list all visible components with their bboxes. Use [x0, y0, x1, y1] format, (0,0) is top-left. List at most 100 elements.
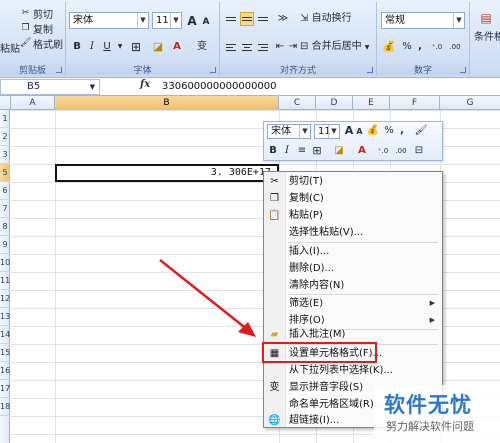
decrease-indent-icon[interactable]: ⇤ — [274, 39, 286, 55]
row-header[interactable]: 3 — [0, 146, 10, 164]
shrink-font-button[interactable]: A — [200, 14, 212, 30]
chevron-down-icon: ▼ — [89, 83, 95, 91]
percent-label: % — [402, 41, 412, 52]
row-header[interactable]: 1 — [0, 110, 10, 128]
row-header[interactable]: 15 — [0, 344, 10, 362]
menu-item-insert[interactable]: 插入(I)... — [264, 243, 442, 260]
mini-decrease-decimal-icon[interactable]: .00 — [394, 144, 408, 158]
select-all-corner[interactable] — [0, 96, 11, 110]
row-header[interactable]: 18 — [0, 398, 10, 416]
mini-center-align-icon[interactable]: ≡ — [296, 144, 308, 158]
mini-font-size-combo[interactable]: 11 ▼ — [314, 124, 340, 139]
mini-border-icon[interactable]: ⊞ — [310, 144, 324, 158]
align-middle-icon[interactable] — [240, 12, 254, 26]
conditional-format-icon[interactable]: ▤ — [476, 10, 496, 26]
wrap-text-button[interactable]: ⇲ 自动换行 — [300, 11, 374, 27]
menu-item-copy[interactable]: ❐ 复制(C) — [264, 190, 442, 207]
row-header[interactable]: 13 — [0, 308, 10, 326]
cut-button[interactable]: ✂ 剪切 — [20, 6, 53, 21]
menu-item-paste-special[interactable]: 选择性粘贴(V)... — [264, 224, 442, 241]
menu-item-clear-contents[interactable]: 清除内容(N) — [264, 277, 442, 294]
row-header[interactable]: 7 — [0, 200, 10, 218]
increase-indent-icon[interactable]: ⇥ — [287, 39, 299, 55]
cell-b5[interactable]: 3. 306E+17 — [55, 164, 279, 182]
column-header-e[interactable]: E — [353, 96, 390, 110]
wen-button[interactable]: 变 — [194, 39, 210, 55]
fx-icon[interactable]: fx — [140, 79, 150, 90]
paste-button[interactable]: 粘贴 — [0, 40, 20, 55]
currency-icon[interactable]: 💰 — [381, 39, 397, 55]
increase-decimal-icon[interactable]: ⁺.0 — [429, 39, 445, 55]
number-format-combo[interactable]: 常规 ▼ — [381, 12, 465, 29]
grow-font-button[interactable]: A — [186, 13, 198, 29]
chevron-down-icon[interactable]: ▼ — [116, 39, 124, 55]
column-header-f[interactable]: F — [390, 96, 440, 110]
mini-shrink-font-icon[interactable]: A — [355, 125, 364, 139]
font-color-icon[interactable]: A — [170, 39, 184, 55]
align-bottom-icon[interactable] — [256, 12, 270, 26]
bold-button[interactable]: B — [71, 39, 83, 55]
column-header-a[interactable]: A — [11, 96, 55, 110]
comma-button[interactable]: , — [415, 39, 425, 55]
mini-bold-button[interactable]: B — [268, 144, 278, 158]
conditional-format-button[interactable]: 条件格 — [474, 30, 500, 46]
orientation-icon[interactable]: ≫ — [274, 11, 292, 27]
align-right-icon[interactable] — [256, 40, 270, 54]
menu-item-pick-from-list[interactable]: 从下拉列表中选择(K)... — [264, 362, 442, 379]
align-top-icon[interactable] — [224, 12, 238, 26]
mini-percent-button[interactable]: % — [384, 124, 394, 138]
align-center-icon[interactable] — [240, 40, 254, 54]
copy-icon: ❐ — [270, 193, 279, 204]
clipboard-launcher-icon[interactable] — [56, 67, 62, 73]
mini-italic-button[interactable]: I — [282, 144, 292, 158]
column-header-d[interactable]: D — [316, 96, 353, 110]
font-size-combo[interactable]: 11 ▼ — [152, 12, 182, 29]
row-header[interactable]: 17 — [0, 380, 10, 398]
number-launcher-icon[interactable] — [460, 67, 466, 73]
row-header[interactable]: 2 — [0, 128, 10, 146]
formula-input[interactable]: 330600000000000000 — [162, 81, 277, 92]
mini-format-painter-icon[interactable]: 🖌 — [414, 124, 428, 138]
row-header[interactable]: 10 — [0, 254, 10, 272]
mini-grow-font-icon[interactable]: A — [344, 124, 354, 138]
alignment-launcher-icon[interactable] — [367, 67, 373, 73]
font-launcher-icon[interactable] — [210, 67, 216, 73]
mini-fill-color-icon[interactable]: ◪ — [332, 144, 346, 158]
mini-comma-label: , — [400, 125, 404, 136]
column-header-g[interactable]: G — [440, 96, 500, 110]
mini-increase-decimal-icon[interactable]: ⁺.0 — [376, 144, 390, 158]
row-header[interactable]: 14 — [0, 326, 10, 344]
row-header[interactable]: 9 — [0, 236, 10, 254]
menu-item-label: 命名单元格区域(R)... — [289, 399, 384, 410]
name-box[interactable]: B5 ▼ — [0, 79, 100, 95]
menu-item-cut[interactable]: ✂ 剪切(T) — [264, 173, 442, 190]
menu-item-delete[interactable]: 删除(D)... — [264, 260, 442, 277]
row-header[interactable]: 16 — [0, 362, 10, 380]
border-icon[interactable]: ⊞ — [128, 39, 144, 55]
column-header-b[interactable]: B — [55, 96, 279, 110]
underline-button[interactable]: U — [101, 39, 113, 55]
row-header[interactable]: 6 — [0, 182, 10, 200]
fill-color-icon[interactable]: ◪ — [150, 39, 166, 55]
column-header-c[interactable]: C — [279, 96, 316, 110]
align-left-icon[interactable] — [224, 40, 238, 54]
mini-font-name-combo[interactable]: 宋体 ▼ — [267, 124, 311, 139]
row-header[interactable]: 8 — [0, 218, 10, 236]
row-header-selected[interactable]: 5 — [0, 164, 10, 182]
italic-button[interactable]: I — [86, 39, 98, 55]
format-painter-button[interactable]: 🖌 格式刷 — [20, 36, 63, 51]
merge-center-button[interactable]: ⊟ 合并后居中 ▼ — [300, 39, 374, 55]
menu-item-paste[interactable]: 📋 粘贴(P) — [264, 207, 442, 224]
decrease-decimal-icon[interactable]: .00 — [447, 39, 463, 55]
row-header[interactable]: 11 — [0, 272, 10, 290]
mini-font-color-icon[interactable]: A — [356, 144, 368, 158]
mini-currency-icon[interactable]: 💰 — [366, 124, 380, 138]
percent-button[interactable]: % — [401, 39, 413, 55]
font-name-combo[interactable]: 宋体 ▼ — [69, 12, 149, 29]
menu-item-insert-comment[interactable]: ▰ 插入批注(M) — [264, 326, 442, 343]
mini-merge-icon[interactable]: ⊟ — [412, 144, 426, 158]
menu-item-filter[interactable]: 筛选(E) ▶ — [264, 295, 442, 312]
row-header[interactable]: 12 — [0, 290, 10, 308]
mini-comma-button[interactable]: , — [398, 124, 406, 138]
copy-button[interactable]: ❐ 复制 — [20, 21, 53, 36]
